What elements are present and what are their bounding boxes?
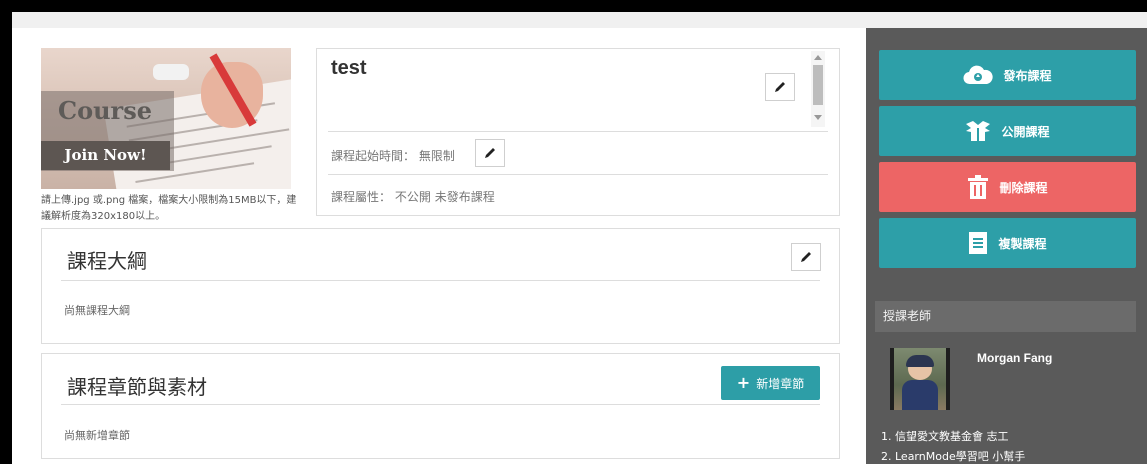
publish-course-button[interactable]: 發布課程 <box>879 50 1136 100</box>
document-icon <box>969 232 988 254</box>
scroll-up-arrow-icon[interactable] <box>814 55 822 60</box>
start-time-row: 課程起始時間： 無限制 <box>331 147 455 164</box>
course-info-box: test 課程起始時間： 無限制 課程屬性： 不公開 未發布課程 <box>316 48 840 216</box>
pencil-icon <box>801 252 811 262</box>
chapters-section: 課程章節與素材 + 新增章節 尚無新增章節 <box>41 353 840 459</box>
open-course-label: 公開課程 <box>1001 124 1050 139</box>
course-cover-image[interactable]: Course Join Now! <box>41 48 291 189</box>
scroll-thumb[interactable] <box>813 65 823 105</box>
pencil-icon <box>775 82 785 92</box>
teacher-header: 授課老師 <box>875 301 1136 332</box>
description-scrollbar[interactable] <box>811 51 825 127</box>
open-course-button[interactable]: 公開課程 <box>879 106 1136 156</box>
edit-outline-button[interactable] <box>791 243 821 271</box>
cover-eraser-illustration <box>153 64 189 80</box>
cover-join-label: Join Now! <box>41 141 170 170</box>
edit-start-time-button[interactable] <box>475 139 505 167</box>
copy-course-label: 複製課程 <box>998 236 1047 251</box>
add-chapter-button[interactable]: + 新增章節 <box>721 366 820 400</box>
teacher-role-1: 1. 信望愛文教基金會 志工 <box>881 430 1009 443</box>
avatar-body <box>902 380 938 410</box>
pencil-icon <box>485 148 495 158</box>
teacher-name[interactable]: Morgan Fang <box>977 351 1052 365</box>
course-actions-panel: 發布課程 公開課程 刪除課程 複製課程 授課老師 Morgan Fang 1. … <box>866 28 1147 464</box>
attribute-label: 課程屬性： <box>331 190 392 204</box>
divider <box>328 174 828 175</box>
teacher-role-2: 2. LearnMode學習吧 小幫手 <box>881 450 1026 463</box>
page: Course Join Now! 請上傳.jpg 或.png 檔案，檔案大小限制… <box>12 12 1147 464</box>
divider <box>328 131 828 132</box>
publish-status-value: 未發布課程 <box>434 190 495 204</box>
add-chapter-label: 新增章節 <box>756 376 805 391</box>
teacher-avatar[interactable] <box>890 348 950 410</box>
outline-section: 課程大綱 尚無課程大綱 <box>41 228 840 344</box>
cloud-upload-icon <box>963 65 994 85</box>
cover-upload-note: 請上傳.jpg 或.png 檔案，檔案大小限制為15MB以下，建議解析度為320… <box>41 195 297 222</box>
cover-title: Course <box>58 96 152 125</box>
start-time-value: 無限制 <box>418 149 455 163</box>
plus-icon: + <box>736 373 751 392</box>
publish-course-label: 發布課程 <box>1003 68 1052 83</box>
course-title: test <box>331 57 367 79</box>
divider <box>61 404 820 405</box>
outline-title: 課程大綱 <box>67 249 147 273</box>
delete-course-label: 刪除課程 <box>999 180 1048 195</box>
trash-icon <box>968 175 989 199</box>
top-bar <box>12 12 1147 28</box>
avatar-hat <box>906 355 934 367</box>
open-box-icon <box>966 121 991 141</box>
delete-course-button[interactable]: 刪除課程 <box>879 162 1136 212</box>
visibility-value: 不公開 <box>394 190 431 204</box>
edit-title-button[interactable] <box>765 73 795 101</box>
copy-course-button[interactable]: 複製課程 <box>879 218 1136 268</box>
start-time-label: 課程起始時間： <box>331 149 416 163</box>
chapters-empty-text: 尚無新增章節 <box>64 429 130 442</box>
attribute-row: 課程屬性： 不公開 未發布課程 <box>331 188 495 205</box>
outline-empty-text: 尚無課程大綱 <box>64 304 130 317</box>
divider <box>61 280 820 281</box>
scroll-down-arrow-icon[interactable] <box>814 115 822 120</box>
chapters-title: 課程章節與素材 <box>67 375 207 399</box>
